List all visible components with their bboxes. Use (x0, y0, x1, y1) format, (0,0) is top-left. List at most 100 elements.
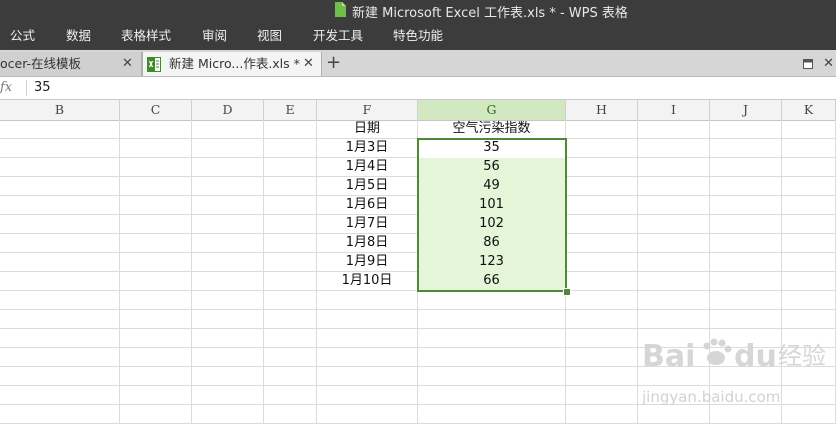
date-cell[interactable]: 1月8日 (317, 234, 418, 253)
grid-cell[interactable] (638, 405, 710, 424)
grid-cell[interactable] (0, 291, 120, 310)
pollution-index-cell[interactable]: 35 (418, 139, 566, 158)
formula-input[interactable]: 35 (34, 77, 51, 99)
grid-cell[interactable] (120, 139, 192, 158)
grid-cell[interactable] (120, 310, 192, 329)
grid-cell[interactable] (782, 196, 836, 215)
grid-cell[interactable] (710, 120, 782, 139)
grid-cell[interactable] (782, 234, 836, 253)
grid-cell[interactable] (566, 158, 638, 177)
menu-item-data[interactable]: 数据 (66, 22, 91, 50)
grid-cell[interactable] (710, 253, 782, 272)
grid-cell[interactable] (710, 386, 782, 405)
grid-cell[interactable] (782, 310, 836, 329)
grid-cell[interactable] (0, 329, 120, 348)
grid-cell[interactable] (264, 215, 317, 234)
grid-cell[interactable] (710, 234, 782, 253)
grid-cell[interactable] (782, 158, 836, 177)
grid-cell[interactable] (566, 329, 638, 348)
column-header-c[interactable]: C (120, 100, 192, 120)
grid-cell[interactable] (566, 348, 638, 367)
grid-cell[interactable] (120, 158, 192, 177)
grid-cell[interactable] (710, 291, 782, 310)
grid-cell[interactable] (782, 253, 836, 272)
grid-cell[interactable] (566, 177, 638, 196)
grid-cell[interactable] (418, 367, 566, 386)
grid-cell[interactable] (418, 310, 566, 329)
grid-cell[interactable] (0, 120, 120, 139)
grid-cell[interactable] (192, 158, 264, 177)
grid-cell[interactable] (120, 120, 192, 139)
grid-cell[interactable] (566, 196, 638, 215)
grid-cell[interactable] (566, 386, 638, 405)
fill-handle[interactable] (563, 288, 571, 296)
grid-cell[interactable] (192, 272, 264, 291)
grid-cell[interactable] (566, 234, 638, 253)
grid-cell[interactable] (782, 177, 836, 196)
grid-cell[interactable] (710, 196, 782, 215)
grid-cell[interactable] (192, 310, 264, 329)
grid-cell[interactable] (566, 272, 638, 291)
pollution-index-cell[interactable]: 101 (418, 196, 566, 215)
grid-cell[interactable] (710, 367, 782, 386)
grid-cell[interactable] (418, 405, 566, 424)
tab-excel-workbook[interactable]: 新建 Micro...作表.xls * ✕ (142, 52, 322, 76)
grid-cell[interactable] (710, 215, 782, 234)
column-header-f[interactable]: F (317, 100, 418, 120)
grid-cell[interactable] (710, 405, 782, 424)
grid-cell[interactable] (710, 158, 782, 177)
grid-cell[interactable] (264, 120, 317, 139)
grid-cell[interactable] (317, 310, 418, 329)
grid-cell[interactable] (0, 196, 120, 215)
grid-cell[interactable] (120, 386, 192, 405)
grid-cell[interactable] (638, 234, 710, 253)
grid-cell[interactable] (120, 215, 192, 234)
grid-cell[interactable] (120, 348, 192, 367)
menu-item-view[interactable]: 视图 (257, 22, 282, 50)
grid-cell[interactable] (782, 120, 836, 139)
grid-cell[interactable] (120, 291, 192, 310)
grid-cell[interactable] (120, 405, 192, 424)
close-icon[interactable]: ✕ (122, 52, 133, 76)
grid-cell[interactable] (638, 196, 710, 215)
grid-cell[interactable] (0, 234, 120, 253)
date-cell[interactable]: 1月3日 (317, 139, 418, 158)
menu-item-review[interactable]: 审阅 (202, 22, 227, 50)
menu-item-special-features[interactable]: 特色功能 (393, 22, 443, 50)
grid-cell[interactable] (0, 272, 120, 291)
close-document-icon[interactable]: ✕ (823, 56, 834, 71)
pollution-index-cell[interactable]: 102 (418, 215, 566, 234)
grid-cell[interactable] (638, 253, 710, 272)
grid-cell[interactable] (317, 367, 418, 386)
grid-cell[interactable] (317, 348, 418, 367)
grid-cell[interactable] (0, 215, 120, 234)
grid-cell[interactable] (264, 196, 317, 215)
fx-icon[interactable]: fx (0, 77, 26, 99)
grid-cell[interactable] (192, 253, 264, 272)
grid-cell[interactable] (418, 291, 566, 310)
grid-cell[interactable] (566, 367, 638, 386)
grid-cell[interactable] (638, 139, 710, 158)
grid-cell[interactable] (264, 139, 317, 158)
grid-cell[interactable] (192, 139, 264, 158)
grid-cell[interactable] (710, 310, 782, 329)
column-header-j[interactable]: J (710, 100, 782, 120)
grid-cell[interactable] (782, 405, 836, 424)
grid-cell[interactable] (0, 348, 120, 367)
grid-cell[interactable] (0, 253, 120, 272)
grid-cell[interactable] (317, 291, 418, 310)
column-header-k[interactable]: K (782, 100, 836, 120)
header-value-cell[interactable]: 空气污染指数 (418, 120, 566, 139)
close-icon[interactable]: ✕ (303, 52, 314, 76)
grid-cell[interactable] (317, 386, 418, 405)
pollution-index-cell[interactable]: 66 (418, 272, 566, 291)
grid-cell[interactable] (566, 120, 638, 139)
grid-cell[interactable] (192, 177, 264, 196)
pollution-index-cell[interactable]: 56 (418, 158, 566, 177)
grid-cell[interactable] (782, 348, 836, 367)
date-cell[interactable]: 1月9日 (317, 253, 418, 272)
grid-cell[interactable] (192, 120, 264, 139)
grid-cell[interactable] (638, 329, 710, 348)
grid-cell[interactable] (120, 253, 192, 272)
grid-cell[interactable] (782, 215, 836, 234)
